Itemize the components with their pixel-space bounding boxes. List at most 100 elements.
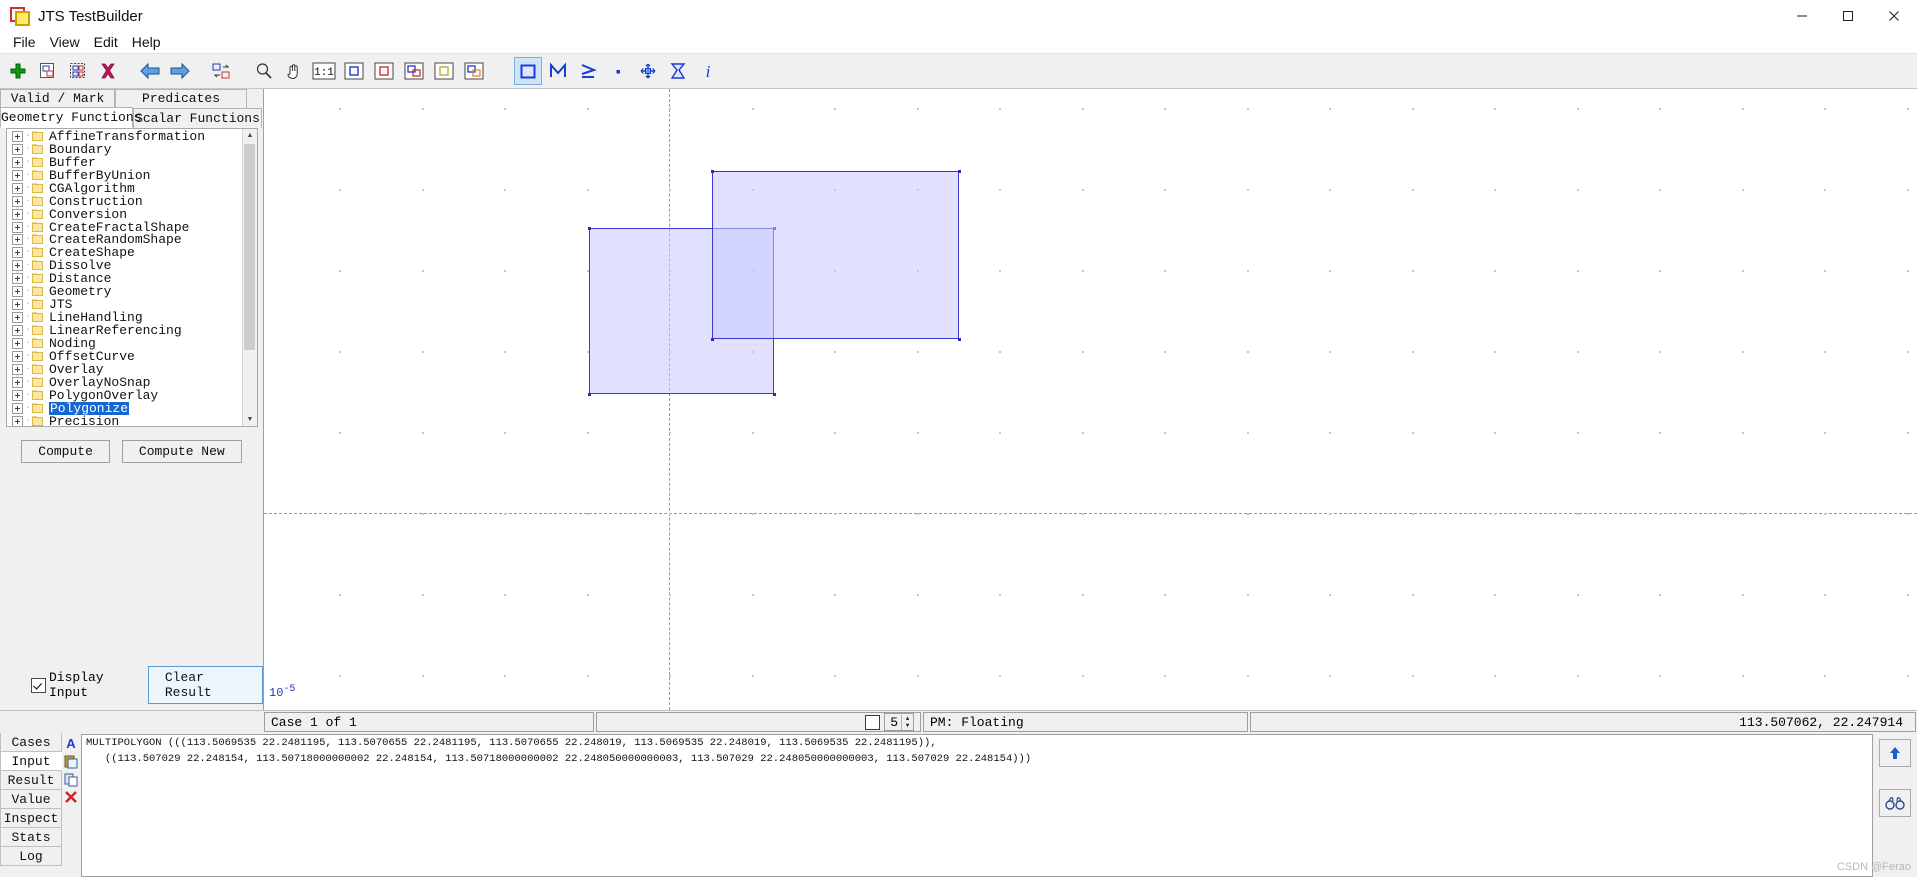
expand-icon[interactable] xyxy=(12,273,23,285)
expand-icon[interactable] xyxy=(12,195,23,207)
bottom-tab-inspect[interactable]: Inspect xyxy=(0,809,62,828)
menu-file[interactable]: File xyxy=(6,32,43,53)
expand-icon[interactable] xyxy=(12,325,23,337)
tree-node-overlaynosnap[interactable]: ·· OverlayNoSnap xyxy=(7,376,242,389)
expand-icon[interactable] xyxy=(12,337,23,349)
expand-icon[interactable] xyxy=(12,143,23,155)
geometry-canvas[interactable]: 10-5 xyxy=(264,89,1917,710)
tree-scrollbar[interactable]: ▲ ▼ xyxy=(242,129,257,426)
compute-button[interactable]: Compute xyxy=(21,440,110,463)
copy-clipboard-icon[interactable] xyxy=(62,770,80,788)
compute-new-button[interactable]: Compute New xyxy=(121,440,242,463)
edit-vertex-icon[interactable] xyxy=(634,57,662,85)
display-input-checkbox[interactable] xyxy=(31,677,46,693)
pan-icon[interactable] xyxy=(280,57,308,85)
expand-icon[interactable] xyxy=(12,247,23,259)
expand-icon[interactable] xyxy=(12,415,23,426)
vertex-size-spinner[interactable]: 5 ▲ ▼ xyxy=(884,713,914,731)
expand-icon[interactable] xyxy=(12,182,23,194)
tree-node-bufferbyunion[interactable]: ·· BufferByUnion xyxy=(7,169,242,182)
tree-node-dissolve[interactable]: ·· Dissolve xyxy=(7,259,242,272)
menu-help[interactable]: Help xyxy=(125,32,168,53)
geometry-view-panel[interactable]: 10-5 xyxy=(264,89,1917,710)
extract-component-icon[interactable] xyxy=(664,57,692,85)
expand-icon[interactable] xyxy=(12,376,23,388)
expand-icon[interactable] xyxy=(12,389,23,401)
spinner-arrows-icon[interactable]: ▲ ▼ xyxy=(901,714,913,730)
scroll-thumb[interactable] xyxy=(244,144,255,350)
wkt-text-area[interactable]: MULTIPOLYGON (((113.5069535 22.2481195, … xyxy=(81,734,1873,877)
expand-icon[interactable] xyxy=(12,221,23,233)
tab-geometry-functions[interactable]: Geometry Functions xyxy=(0,107,141,128)
draw-linestring-icon[interactable] xyxy=(574,57,602,85)
zoom-to-input-icon[interactable] xyxy=(460,57,488,85)
expand-icon[interactable] xyxy=(12,169,23,181)
draw-point-icon[interactable] xyxy=(604,57,632,85)
close-button[interactable] xyxy=(1871,0,1917,32)
copy-case-icon[interactable] xyxy=(34,57,62,85)
tree-node-construction[interactable]: ·· Construction xyxy=(7,195,242,208)
tree-node-boundary[interactable]: ·· Boundary xyxy=(7,143,242,156)
expand-icon[interactable] xyxy=(12,234,23,246)
tree-node-distance[interactable]: ·· Distance xyxy=(7,272,242,285)
tree-node-overlay[interactable]: ·· Overlay xyxy=(7,363,242,376)
delete-case-icon[interactable] xyxy=(94,57,122,85)
bottom-tab-list[interactable]: Cases Input Result Value Inspect Stats Log xyxy=(0,733,62,877)
tree-node-list[interactable]: ·· AffineTransformation ·· Boundary ·· Buffer… xyxy=(7,129,242,426)
draw-polygon-icon[interactable] xyxy=(544,57,572,85)
minimize-button[interactable] xyxy=(1779,0,1825,32)
tree-node-cgalgorithm[interactable]: ·· CGAlgorithm xyxy=(7,182,242,195)
expand-icon[interactable] xyxy=(12,402,23,414)
tree-node-conversion[interactable]: ·· Conversion xyxy=(7,208,242,221)
zoom-to-a-icon[interactable] xyxy=(340,57,368,85)
tree-node-buffer[interactable]: ·· Buffer xyxy=(7,156,242,169)
scroll-up-icon[interactable]: ▲ xyxy=(243,129,257,142)
expand-icon[interactable] xyxy=(12,208,23,220)
tree-node-linearreferencing[interactable]: ·· LinearReferencing xyxy=(7,324,242,337)
zoom-to-result-icon[interactable] xyxy=(430,57,458,85)
info-icon[interactable]: i xyxy=(694,57,722,85)
exchange-geometry-icon[interactable] xyxy=(208,57,236,85)
previous-case-icon[interactable] xyxy=(136,57,164,85)
tree-node-affinetransformation[interactable]: ·· AffineTransformation xyxy=(7,130,242,143)
expand-icon[interactable] xyxy=(12,130,23,142)
expand-icon[interactable] xyxy=(12,363,23,375)
clear-icon[interactable] xyxy=(62,788,80,806)
zoom-one-to-one-icon[interactable]: 1:1 xyxy=(310,57,338,85)
expand-icon[interactable] xyxy=(12,260,23,272)
swap-panels-button[interactable] xyxy=(1879,739,1911,767)
expand-icon[interactable] xyxy=(12,299,23,311)
draw-rectangle-icon[interactable] xyxy=(514,57,542,85)
tree-node-polygonoverlay[interactable]: ·· PolygonOverlay xyxy=(7,389,242,402)
tree-node-precision[interactable]: ·· Precision xyxy=(7,415,242,426)
tab-valid-mark[interactable]: Valid / Mark xyxy=(0,89,115,108)
geometry-b-rectangle[interactable] xyxy=(712,171,959,339)
tab-scalar-functions[interactable]: Scalar Functions xyxy=(133,108,262,128)
clear-result-button[interactable]: Clear Result xyxy=(147,666,263,704)
reveal-topology-checkbox[interactable] xyxy=(865,714,881,730)
tree-node-createshape[interactable]: ·· CreateShape xyxy=(7,246,242,259)
paste-case-icon[interactable] xyxy=(64,57,92,85)
zoom-to-b-icon[interactable] xyxy=(370,57,398,85)
bottom-tab-input[interactable]: Input xyxy=(0,752,62,771)
expand-icon[interactable] xyxy=(12,350,23,362)
paste-clipboard-icon[interactable] xyxy=(62,752,80,770)
menu-edit[interactable]: Edit xyxy=(87,32,125,53)
zoom-icon[interactable] xyxy=(250,57,278,85)
text-format-icon[interactable]: A xyxy=(62,734,80,752)
bottom-tab-result[interactable]: Result xyxy=(0,771,62,790)
add-case-icon[interactable] xyxy=(4,57,32,85)
expand-icon[interactable] xyxy=(12,156,23,168)
maximize-button[interactable] xyxy=(1825,0,1871,32)
expand-icon[interactable] xyxy=(12,312,23,324)
bottom-tab-value[interactable]: Value xyxy=(0,790,62,809)
expand-icon[interactable] xyxy=(12,286,23,298)
binoculars-button[interactable] xyxy=(1879,789,1911,817)
bottom-tab-cases[interactable]: Cases xyxy=(0,733,62,752)
menu-view[interactable]: View xyxy=(43,32,87,53)
next-case-icon[interactable] xyxy=(166,57,194,85)
tree-node-polygonize[interactable]: ·· Polygonize xyxy=(7,401,242,415)
tree-node-noding[interactable]: ·· Noding xyxy=(7,337,242,350)
bottom-tab-log[interactable]: Log xyxy=(0,847,62,866)
bottom-tab-stats[interactable]: Stats xyxy=(0,828,62,847)
